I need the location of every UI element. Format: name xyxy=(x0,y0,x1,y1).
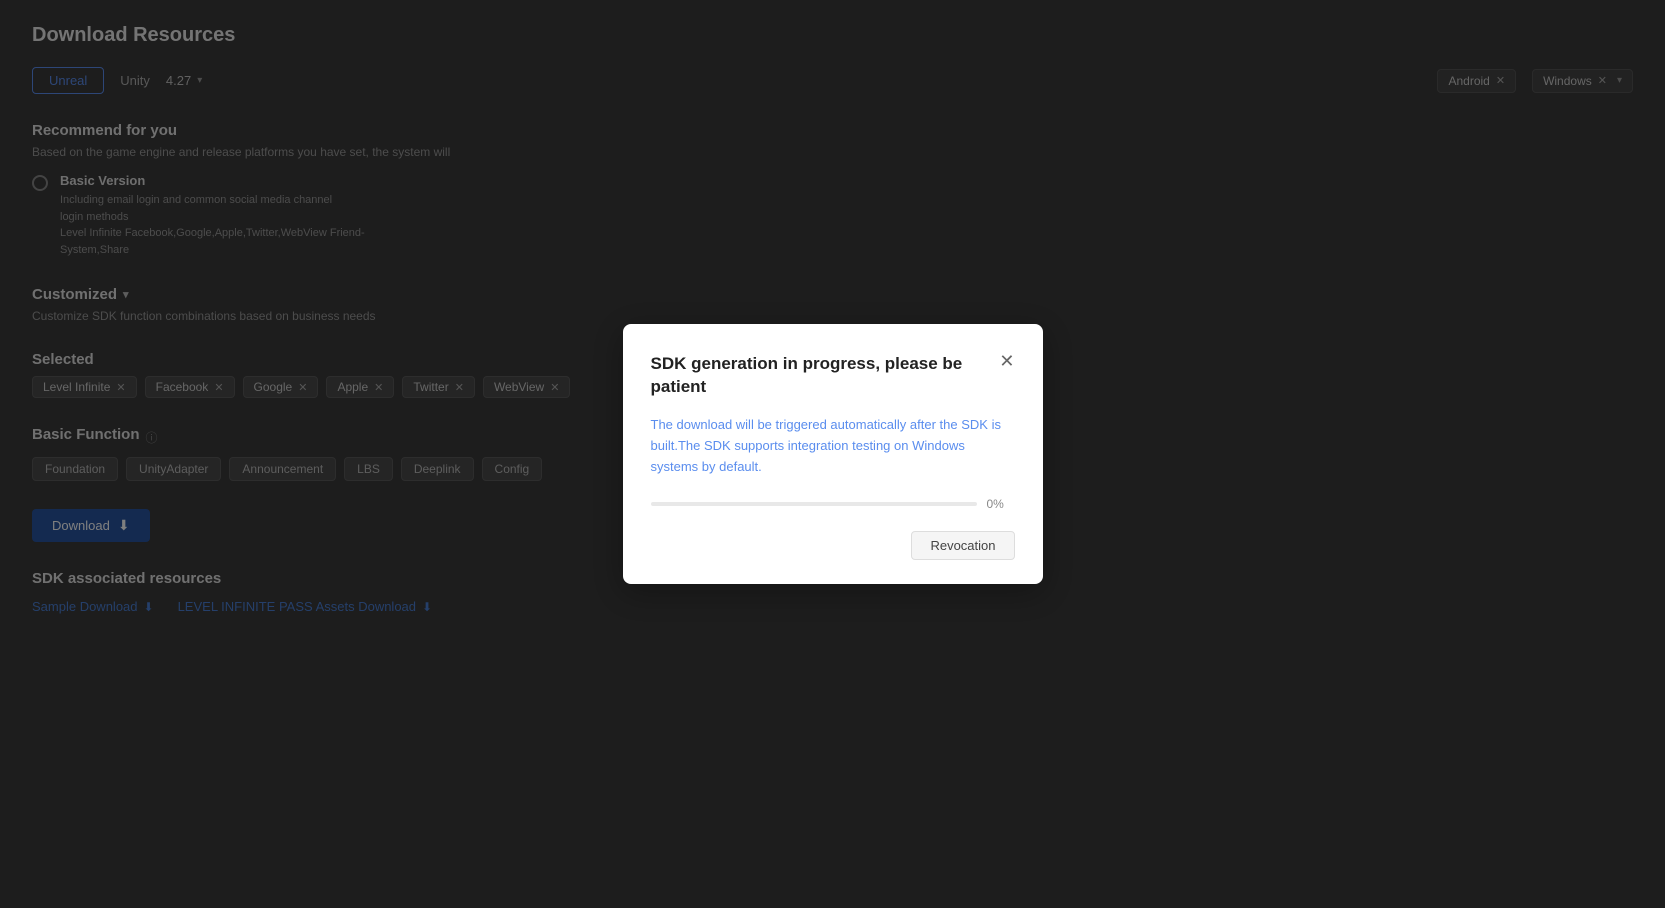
modal-actions: Revocation xyxy=(651,531,1015,560)
progress-row: 0% xyxy=(651,497,1015,511)
modal: SDK generation in progress, please be pa… xyxy=(623,324,1043,585)
modal-overlay: SDK generation in progress, please be pa… xyxy=(0,0,1665,908)
modal-description: The download will be triggered automatic… xyxy=(651,415,1015,477)
progress-label: 0% xyxy=(987,497,1015,511)
revocation-button[interactable]: Revocation xyxy=(911,531,1014,560)
modal-title: SDK generation in progress, please be pa… xyxy=(651,352,991,400)
modal-header: SDK generation in progress, please be pa… xyxy=(651,352,1015,400)
modal-close-button[interactable]: ✕ xyxy=(999,352,1014,370)
progress-bar-track xyxy=(651,502,977,506)
